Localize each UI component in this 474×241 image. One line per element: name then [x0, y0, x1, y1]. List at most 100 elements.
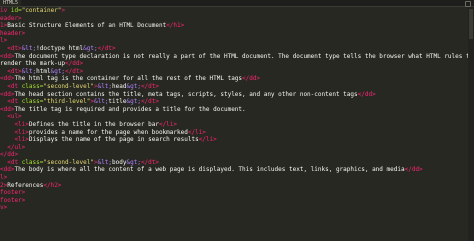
- code-token: </dt>: [140, 98, 159, 106]
- code-line: v>: [0, 204, 468, 212]
- code-token: footer>: [0, 189, 26, 197]
- code-token: </dt>: [140, 82, 159, 90]
- code-token: </li>: [187, 128, 206, 136]
- code-token: body: [112, 158, 127, 166]
- code-line: <dd>The html tag is the container for al…: [0, 75, 468, 83]
- code-token: Basic Structure Elements of an HTML Docu…: [7, 22, 167, 30]
- code-line: <ul>: [0, 113, 468, 121]
- code-token: class=: [21, 158, 44, 166]
- code-token: References: [7, 181, 44, 189]
- code-token: </dt>: [97, 44, 116, 52]
- code-token: &lt;: [93, 98, 109, 106]
- code-line: <dd>The head section contains the title,…: [0, 91, 468, 99]
- code-token: "second-level": [43, 82, 94, 90]
- code-token: html: [36, 67, 51, 75]
- code-token: &lt;: [21, 44, 37, 52]
- code-token: <dd>: [0, 52, 15, 60]
- code-token: <li>: [0, 128, 29, 136]
- code-line: <li>Defines the title in the browser bar…: [0, 121, 468, 129]
- code-token: Displays the name of the page in search …: [28, 136, 199, 144]
- minimap-thumb[interactable]: [469, 9, 473, 39]
- code-token: <dt>: [0, 67, 22, 75]
- code-token: &gt;: [83, 44, 98, 52]
- code-token: <dd>: [0, 105, 15, 113]
- code-token: </dd>: [65, 60, 84, 68]
- code-token: The body is where all the content of a w…: [14, 166, 405, 174]
- code-token: </dd>: [242, 75, 261, 83]
- code-token: </li>: [158, 120, 178, 128]
- code-line: <dt class="second-level">&lt;head&gt;</d…: [0, 83, 468, 91]
- code-line: render the mark-up</dd>: [0, 60, 468, 68]
- code-token: &gt;: [126, 82, 141, 90]
- code-token: &lt;: [97, 82, 113, 90]
- file-tab[interactable]: HTML5: [0, 0, 22, 6]
- code-line: 2>References</h2>: [0, 182, 468, 190]
- code-token: The document type declaration is not rea…: [14, 52, 468, 60]
- code-token: <dd>: [0, 166, 15, 174]
- code-token: title: [108, 98, 127, 106]
- code-token: iv: [0, 7, 11, 14]
- code-token: >: [61, 7, 66, 14]
- code-token: head: [112, 82, 127, 90]
- code-line: <dd>The title tag is required and provid…: [0, 106, 468, 114]
- code-token: </h2>: [43, 181, 62, 189]
- code-line: footer>: [0, 189, 468, 197]
- code-line: 1>Basic Structure Elements of an HTML Do…: [0, 22, 468, 30]
- code-line: l>: [0, 174, 468, 182]
- code-token: </ul>: [0, 143, 26, 151]
- code-token: eader>: [0, 14, 22, 22]
- code-token: footer>: [0, 196, 26, 204]
- code-token: <dt: [0, 158, 22, 166]
- code-token: </h1>: [166, 22, 185, 30]
- code-line: header>: [0, 30, 468, 38]
- code-editor[interactable]: iv id="container"> eader> 1>Basic Structur…: [0, 7, 468, 241]
- code-token: <li>: [0, 136, 29, 144]
- code-token: "second-level": [43, 158, 94, 166]
- tab-close-icon[interactable]: [464, 0, 471, 7]
- code-token: </dt>: [65, 67, 84, 75]
- code-line: <dt class="third-level">&lt;title&gt;</d…: [0, 98, 468, 106]
- code-line: eader>: [0, 15, 468, 23]
- code-token: </dd>: [357, 90, 376, 98]
- code-token: &gt;: [50, 67, 66, 75]
- code-token: provides a name for the page when bookma…: [28, 128, 188, 136]
- code-line: <li>Displays the name of the page in sea…: [0, 136, 468, 144]
- code-token: <dt: [0, 98, 22, 106]
- code-token: &lt;: [97, 158, 113, 166]
- code-token: <dt>: [0, 44, 22, 52]
- code-token: </dt>: [140, 158, 159, 166]
- code-token: class=: [21, 82, 44, 90]
- code-line: <dd>The document type declaration is not…: [0, 53, 468, 61]
- code-token: !doctype html: [36, 44, 84, 52]
- minimap[interactable]: [468, 7, 474, 241]
- code-token: <dt: [0, 82, 22, 90]
- code-line: </ul>: [0, 144, 468, 152]
- code-line: <dt class="second-level">&lt;body&gt;</d…: [0, 159, 468, 167]
- code-token: "third-level": [43, 98, 91, 106]
- code-line: <dt>&lt;html&gt;</dt>: [0, 68, 468, 76]
- code-token: <dd>: [0, 75, 15, 83]
- code-token: v>: [0, 204, 8, 212]
- code-token: The title tag is required and provides a…: [14, 105, 246, 113]
- code-token: </dd>: [404, 166, 423, 174]
- code-token: Defines the title in the browser bar: [28, 120, 159, 128]
- code-token: &gt;: [126, 98, 141, 106]
- editor-window: HTML5 iv id="container"> eader> 1>Basic St…: [0, 0, 474, 241]
- code-token: l>: [0, 37, 8, 45]
- code-line: <li>provides a name for the page when bo…: [0, 129, 468, 137]
- code-line: <dd>The body is where all the content of…: [0, 166, 468, 174]
- code-line: l>: [0, 37, 468, 45]
- code-token: &lt;: [21, 67, 37, 75]
- code-token: The head section contains the title, met…: [14, 90, 358, 98]
- tab-bar: HTML5: [0, 0, 474, 7]
- code-token: id=: [10, 7, 22, 14]
- code-token: <dd>: [0, 90, 15, 98]
- code-token: "container": [21, 7, 62, 14]
- code-token: l>: [0, 174, 8, 182]
- code-token: <ul>: [0, 113, 22, 121]
- code-line: </dd>: [0, 151, 468, 159]
- code-token: </li>: [198, 136, 217, 144]
- code-token: render the mark-up: [0, 60, 66, 68]
- code-token: The html tag is the container for all th…: [14, 75, 243, 83]
- code-token: class=: [21, 98, 44, 106]
